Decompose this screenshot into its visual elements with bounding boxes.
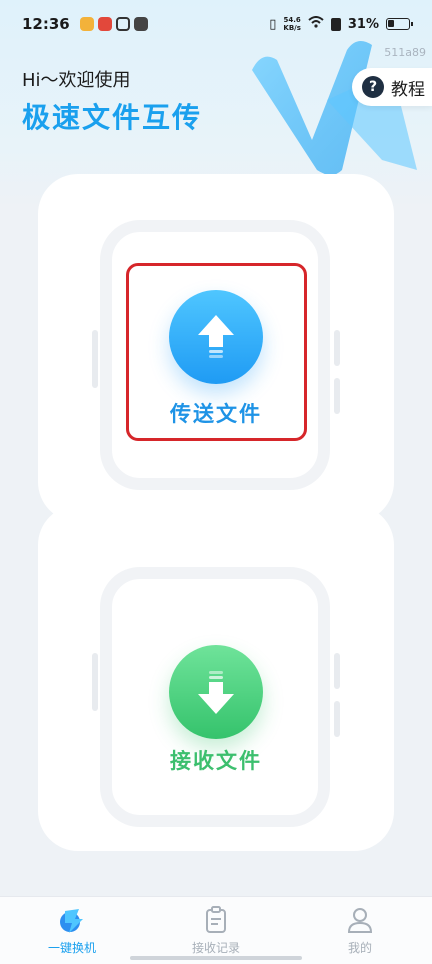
phone-side-button — [92, 653, 98, 711]
receive-file-label: 接收文件 — [170, 749, 262, 773]
tutorial-label: 教程 — [391, 79, 425, 100]
nav-label: 我的 — [347, 941, 372, 955]
receive-file-button[interactable] — [169, 645, 263, 739]
message-app-icon — [133, 17, 148, 31]
phone-side-button — [92, 330, 98, 388]
phone-side-button — [334, 653, 340, 689]
phone-side-button — [334, 701, 340, 737]
link-app-icon — [115, 17, 130, 31]
page-title: 极速文件互传 — [22, 101, 203, 134]
help-icon: ? — [362, 76, 384, 98]
nav-item-profile[interactable]: 我的 — [288, 897, 432, 964]
notification-icons — [79, 17, 148, 31]
net-speed-value: 54.6 — [283, 16, 301, 24]
sim-icon — [330, 17, 341, 31]
download-arrow-icon — [198, 671, 234, 714]
home-indicator[interactable] — [130, 956, 302, 960]
weibo-icon — [79, 17, 94, 31]
battery-icon — [386, 18, 413, 30]
highlight-box — [126, 263, 307, 441]
nav-label: 一键换机 — [47, 941, 96, 955]
switch-phone-icon — [60, 909, 83, 933]
greeting: Hi～欢迎使用 — [22, 70, 131, 91]
nav-item-switch-phone[interactable]: 一键换机 — [0, 897, 144, 964]
bottom-nav: 一键换机 接收记录 我的 — [0, 896, 432, 964]
news-app-icon — [97, 17, 112, 31]
status-time: 12:36 — [22, 15, 70, 33]
nav-item-receive-records[interactable]: 接收记录 — [144, 897, 288, 964]
clipboard-icon — [206, 906, 226, 933]
tutorial-button[interactable]: ? 教程 — [352, 68, 432, 106]
phone-side-button — [334, 330, 340, 366]
person-icon — [347, 908, 373, 933]
receive-file-card[interactable]: 接收文件 — [38, 505, 394, 851]
nav-label: 接收记录 — [191, 941, 240, 955]
